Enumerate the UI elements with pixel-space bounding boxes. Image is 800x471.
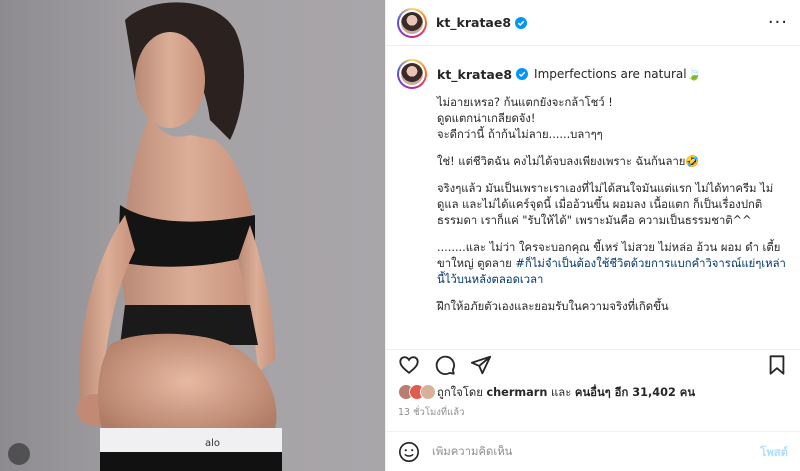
verified-badge-icon [515, 16, 528, 29]
likes-count[interactable]: คนอื่นๆ อีก 31,402 คน [575, 383, 695, 401]
avatar [420, 384, 436, 400]
post-photo: alo [77, 2, 282, 471]
media-tag-icon[interactable] [8, 443, 30, 465]
likes-middle: และ [551, 386, 572, 399]
caption-paragraph: ฝึกให้อภัยตัวเองและยอมรับในความจริงที่เก… [437, 300, 669, 313]
heart-icon[interactable] [398, 354, 420, 376]
post-timestamp[interactable]: 13 ชั่วโมงที่แล้ว [398, 405, 464, 420]
caption-paragraph: ไม่อายเหรอ? ก้นแตกยังจะกล้าโชว์ ! ดูดแตก… [437, 96, 613, 141]
action-bar [386, 349, 800, 379]
likes-prefix: ถูกใจโดย [437, 386, 483, 399]
post-sidebar: kt_kratae8 ··· kt_kratae8 Imperfections … [385, 0, 800, 471]
add-comment-bar: โพสต์ [386, 431, 800, 471]
svg-text:alo: alo [205, 438, 220, 449]
caption-avatar[interactable] [397, 59, 427, 89]
caption-paragraph: จริงๆแล้ว มันเป็นเพราะเราเองที่ไม่ได้สนใ… [437, 182, 774, 227]
likes-summary[interactable]: ถูกใจโดย chermarn และ คนอื่นๆ อีก 31,402… [398, 383, 695, 401]
bookmark-icon[interactable] [766, 354, 788, 376]
comment-input[interactable] [432, 445, 761, 458]
verified-badge-icon [516, 68, 529, 80]
header-username[interactable]: kt_kratae8 [436, 15, 511, 30]
caption-title: Imperfections are natural🍃 [534, 67, 702, 81]
caption-paragraph: ........และ ไม่ว่า ใครจะบอกคุณ ขี้เหร่ ไ… [437, 240, 788, 288]
more-options-icon[interactable]: ··· [768, 13, 788, 32]
comment-icon[interactable] [434, 354, 456, 376]
caption-header: kt_kratae8 Imperfections are natural🍃 [397, 59, 788, 89]
avatar[interactable] [397, 7, 427, 38]
post-media[interactable]: alo [0, 0, 385, 471]
post-comment-button[interactable]: โพสต์ [760, 443, 788, 461]
emoji-icon[interactable] [398, 441, 420, 463]
caption-paragraph: ใช่! แต่ชีวิตฉัน คงไม่ได้จบลงเพียงเพราะ … [437, 155, 700, 168]
share-icon[interactable] [470, 354, 492, 376]
caption-text: ไม่อายเหรอ? ก้นแตกยังจะกล้าโชว์ ! ดูดแตก… [437, 95, 788, 315]
liker-avatars [398, 384, 436, 400]
liker-username[interactable]: chermarn [486, 386, 547, 399]
caption-section: kt_kratae8 Imperfections are natural🍃 ไม… [386, 47, 800, 349]
post-header: kt_kratae8 ··· [386, 0, 800, 46]
caption-username[interactable]: kt_kratae8 [437, 67, 512, 82]
instagram-post: alo kt_kratae8 ··· kt_kratae8 Imperfecti… [0, 0, 800, 471]
